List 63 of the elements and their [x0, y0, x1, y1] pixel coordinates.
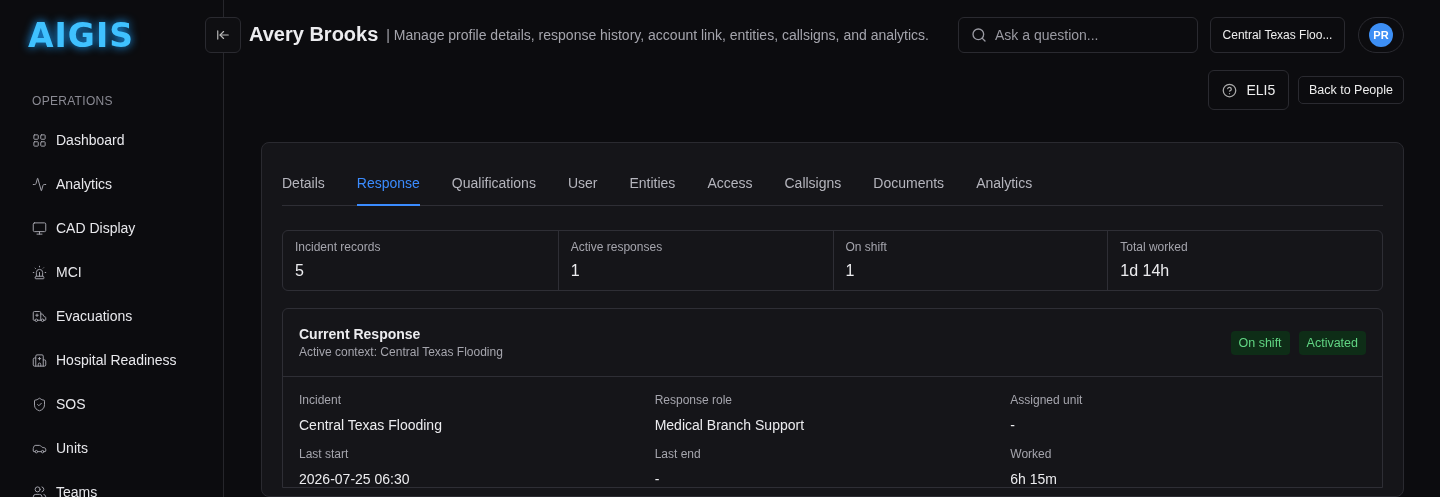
- nav-item[interactable]: Teams: [32, 470, 223, 497]
- field-value: -: [1010, 417, 1016, 433]
- grid-icon: [32, 132, 47, 148]
- tab[interactable]: Callsigns: [784, 165, 842, 206]
- eli5-button[interactable]: ELI5: [1207, 70, 1289, 110]
- people-icon: [32, 484, 47, 497]
- stat-value: 1: [570, 262, 581, 280]
- nav-item[interactable]: MCI: [32, 250, 223, 294]
- field-label: Last start: [299, 447, 350, 461]
- nav-item[interactable]: Units: [32, 426, 223, 470]
- page-title: Avery Brooks: [249, 23, 379, 46]
- shield-check-icon: [32, 396, 47, 412]
- nav-item[interactable]: Evacuations: [32, 294, 223, 338]
- status-badge: On shift: [1230, 330, 1290, 355]
- avatar: PR: [1369, 22, 1393, 47]
- stat-label: Incident records: [295, 240, 382, 254]
- field-label: Response role: [654, 393, 734, 407]
- page-subtitle: | Manage profile details, response history, account link, entities, callsigns, and analytics.: [386, 26, 929, 43]
- tab[interactable]: Response: [356, 165, 420, 206]
- tab[interactable]: Analytics: [976, 165, 1033, 206]
- search-icon: [971, 26, 987, 43]
- field-value: 6h 15m: [1010, 471, 1059, 487]
- tab[interactable]: Entities: [629, 165, 676, 206]
- ambulance-icon: [32, 308, 47, 324]
- nav-item[interactable]: Dashboard: [32, 118, 223, 162]
- field-label: Incident: [299, 393, 343, 407]
- stat-label: On shift: [845, 240, 888, 254]
- tab[interactable]: Details: [282, 165, 325, 206]
- hospital-icon: [32, 352, 47, 368]
- stat-label: Total worked: [1120, 240, 1189, 254]
- stat-value: 1d 14h: [1120, 262, 1171, 280]
- nav-item[interactable]: SOS: [32, 382, 223, 426]
- field-label: Assigned unit: [1010, 393, 1084, 407]
- collapse-icon: [216, 27, 230, 42]
- field-label: Worked: [1010, 447, 1053, 461]
- siren-icon: [32, 264, 47, 280]
- search-field[interactable]: Ask a question...: [958, 16, 1198, 53]
- status-badge: Activated: [1298, 330, 1366, 355]
- stat-value: 5: [295, 262, 305, 280]
- field-value: -: [654, 471, 661, 487]
- incident-selector[interactable]: Central Texas Floo...: [1210, 16, 1345, 53]
- tab[interactable]: Documents: [873, 165, 945, 206]
- panel-title: Current Response: [299, 326, 422, 342]
- tab[interactable]: Access: [707, 165, 753, 206]
- field-value: Medical Branch Support: [654, 417, 806, 433]
- stat-value: 1: [845, 262, 856, 280]
- pulse-icon: [32, 176, 47, 192]
- panel-subtitle: Active context: Central Texas Flooding: [299, 345, 503, 359]
- nav-item[interactable]: Analytics: [32, 162, 223, 206]
- collapse-sidebar-button[interactable]: [205, 16, 241, 53]
- tab[interactable]: User: [567, 165, 598, 206]
- nav-item[interactable]: CAD Display: [32, 206, 223, 250]
- help-icon: [1221, 82, 1237, 98]
- field-value: Central Texas Flooding: [299, 417, 443, 433]
- logo: AIGIS: [28, 18, 134, 54]
- field-value: 2026-07-25 06:30: [299, 471, 411, 487]
- field-label: Last end: [654, 447, 702, 461]
- nav-item[interactable]: Hospital Readiness: [32, 338, 223, 382]
- monitor-icon: [32, 220, 47, 236]
- section-heading: OPERATIONS: [32, 94, 114, 108]
- stat-label: Active responses: [570, 240, 664, 254]
- back-button[interactable]: Back to People: [1297, 76, 1404, 104]
- tab[interactable]: Qualifications: [451, 165, 536, 206]
